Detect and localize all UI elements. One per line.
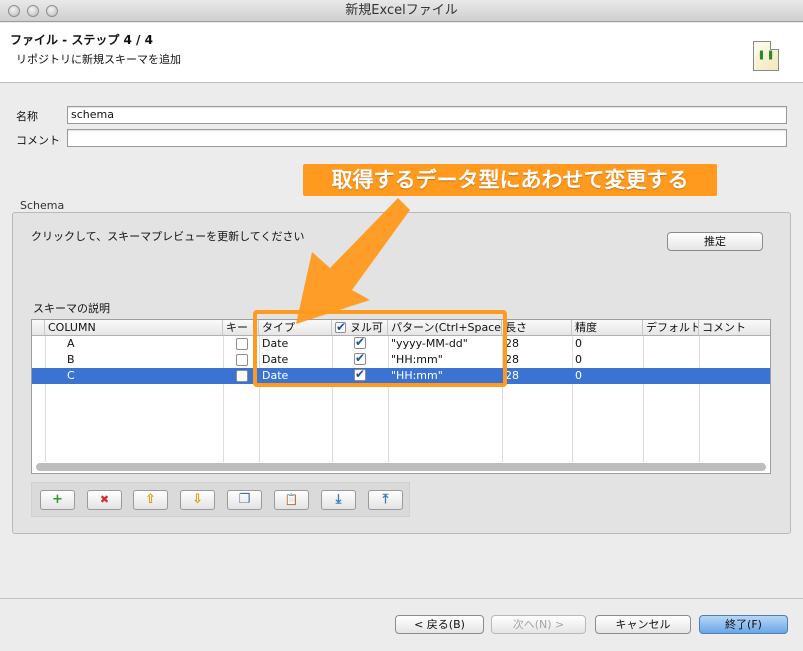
cell-column[interactable]: C [67,368,75,384]
cell-length[interactable]: 28 [505,368,519,384]
key-checkbox[interactable] [236,338,248,350]
window-titlebar: 新規Excelファイル [0,0,803,22]
minimize-window-button[interactable] [27,5,39,17]
name-label: 名称 [16,110,38,123]
refresh-hint: クリックして、スキーマプレビューを更新してください [31,230,305,243]
cell-precision[interactable]: 0 [575,368,582,384]
window-title: 新規Excelファイル [345,3,458,18]
schema-toolbar: + ✖ ⇧ ⇩ ❐ 📋 ⤓ ⤒ [31,482,410,517]
finish-button[interactable]: 終了(F) [699,615,788,634]
cancel-button[interactable]: キャンセル [595,615,691,634]
column-header-default[interactable]: デフォルト [643,320,699,336]
horizontal-scrollbar[interactable] [36,463,766,471]
name-field[interactable]: schema [67,106,787,124]
column-header-comment[interactable]: コメント [699,320,770,336]
cell-precision[interactable]: 0 [575,352,582,368]
remove-icon: ✖ [99,493,110,506]
cell-column[interactable]: A [67,336,75,352]
cell-precision[interactable]: 0 [575,336,582,352]
close-window-button[interactable] [8,5,20,17]
annotation-highlight-box [253,310,507,387]
move-down-icon: ⇩ [192,492,203,507]
cell-length[interactable]: 28 [505,336,519,352]
add-row-button[interactable]: + [40,490,75,510]
paste-button[interactable]: 📋 [274,490,309,510]
column-header-length[interactable]: 長さ [502,320,572,336]
wizard-title: ファイル - ステップ 4 / 4 [10,33,153,47]
next-button[interactable]: 次へ(N) > [491,615,586,634]
key-checkbox[interactable] [236,370,248,382]
guess-button[interactable]: 推定 [667,232,763,251]
zoom-window-button[interactable] [46,5,58,17]
import-button[interactable]: ⤓ [321,490,356,510]
move-down-button[interactable]: ⇩ [180,490,215,510]
column-header-precision[interactable]: 精度 [572,320,643,336]
export-button[interactable]: ⤒ [368,490,403,510]
footer-separator [0,598,803,599]
key-checkbox[interactable] [236,354,248,366]
cell-length[interactable]: 28 [505,352,519,368]
annotation-label: 取得するデータ型にあわせて変更する [303,164,717,196]
wizard-description: リポジトリに新規スキーマを追加 [16,53,181,66]
move-up-icon: ⇧ [145,492,156,507]
remove-row-button[interactable]: ✖ [87,490,122,510]
row-header-corner [32,320,45,336]
add-icon: + [52,492,63,507]
cell-column[interactable]: B [67,352,75,368]
column-header-column[interactable]: COLUMN [45,320,223,336]
schema-group-legend: Schema [20,199,65,212]
export-icon: ⤒ [382,492,389,507]
import-icon: ⤓ [335,492,342,507]
paste-icon: 📋 [284,493,299,506]
comment-field[interactable] [67,129,787,147]
wizard-header: ファイル - ステップ 4 / 4 リポジトリに新規スキーマを追加 ▖▗ ▘▝ [0,23,803,83]
comment-label: コメント [16,134,60,147]
excel-file-icon: ▖▗ ▘▝ [753,41,779,71]
copy-button[interactable]: ❐ [227,490,262,510]
back-button[interactable]: < 戻る(B) [395,615,484,634]
copy-icon: ❐ [238,492,251,507]
schema-description-label: スキーマの説明 [33,302,110,315]
move-up-button[interactable]: ⇧ [133,490,168,510]
